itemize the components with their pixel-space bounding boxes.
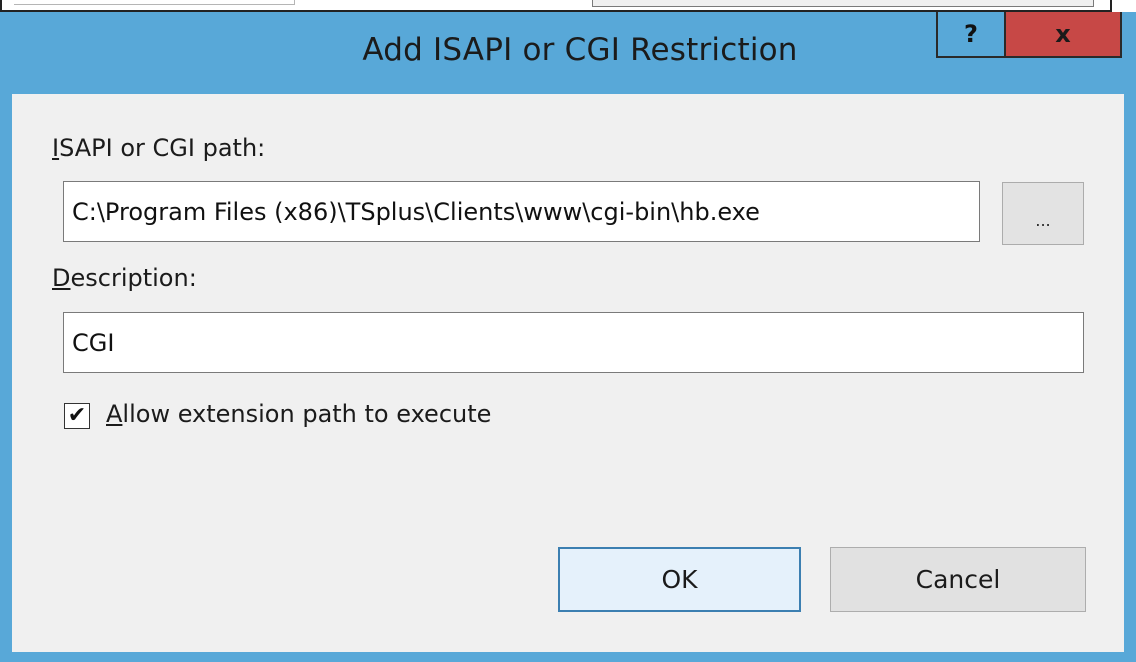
allow-execute-checkbox[interactable]: ✔ [64, 403, 90, 429]
browse-button-label: ... [1035, 211, 1051, 230]
background-field [592, 0, 1094, 7]
path-input[interactable]: C:\Program Files (x86)\TSplus\Clients\ww… [63, 181, 980, 242]
path-label: ISAPI or CGI path: [52, 134, 265, 162]
background-field-left [14, 0, 295, 5]
add-isapi-cgi-restriction-dialog: Add ISAPI or CGI Restriction ? x ISAPI o… [0, 12, 1136, 662]
allow-execute-label-text: llow extension path to execute [122, 400, 492, 428]
close-icon: x [1055, 20, 1071, 48]
dialog-body: ISAPI or CGI path: C:\Program Files (x86… [12, 94, 1124, 652]
description-input[interactable]: CGI [63, 312, 1084, 373]
allow-execute-label-accelerator: A [106, 400, 123, 428]
ok-button[interactable]: OK [558, 547, 801, 612]
description-label-accelerator: D [52, 264, 71, 292]
allow-execute-label[interactable]: Allow extension path to execute [106, 400, 491, 428]
title-bar[interactable]: Add ISAPI or CGI Restriction ? x [0, 12, 1136, 94]
help-icon: ? [964, 20, 978, 48]
close-button[interactable]: x [1006, 12, 1122, 58]
path-input-value: C:\Program Files (x86)\TSplus\Clients\ww… [72, 197, 760, 226]
browse-button[interactable]: ... [1002, 182, 1084, 245]
cancel-button[interactable]: Cancel [830, 547, 1086, 612]
checkmark-icon: ✔ [67, 403, 87, 428]
description-label: Description: [52, 264, 197, 292]
cancel-button-label: Cancel [915, 565, 1001, 594]
path-label-text: SAPI or CGI path: [59, 134, 266, 162]
background-window-edge [0, 0, 1112, 12]
ok-button-label: OK [661, 565, 698, 594]
description-input-value: CGI [72, 328, 115, 357]
description-label-text: escription: [70, 264, 197, 292]
help-button[interactable]: ? [936, 12, 1006, 58]
